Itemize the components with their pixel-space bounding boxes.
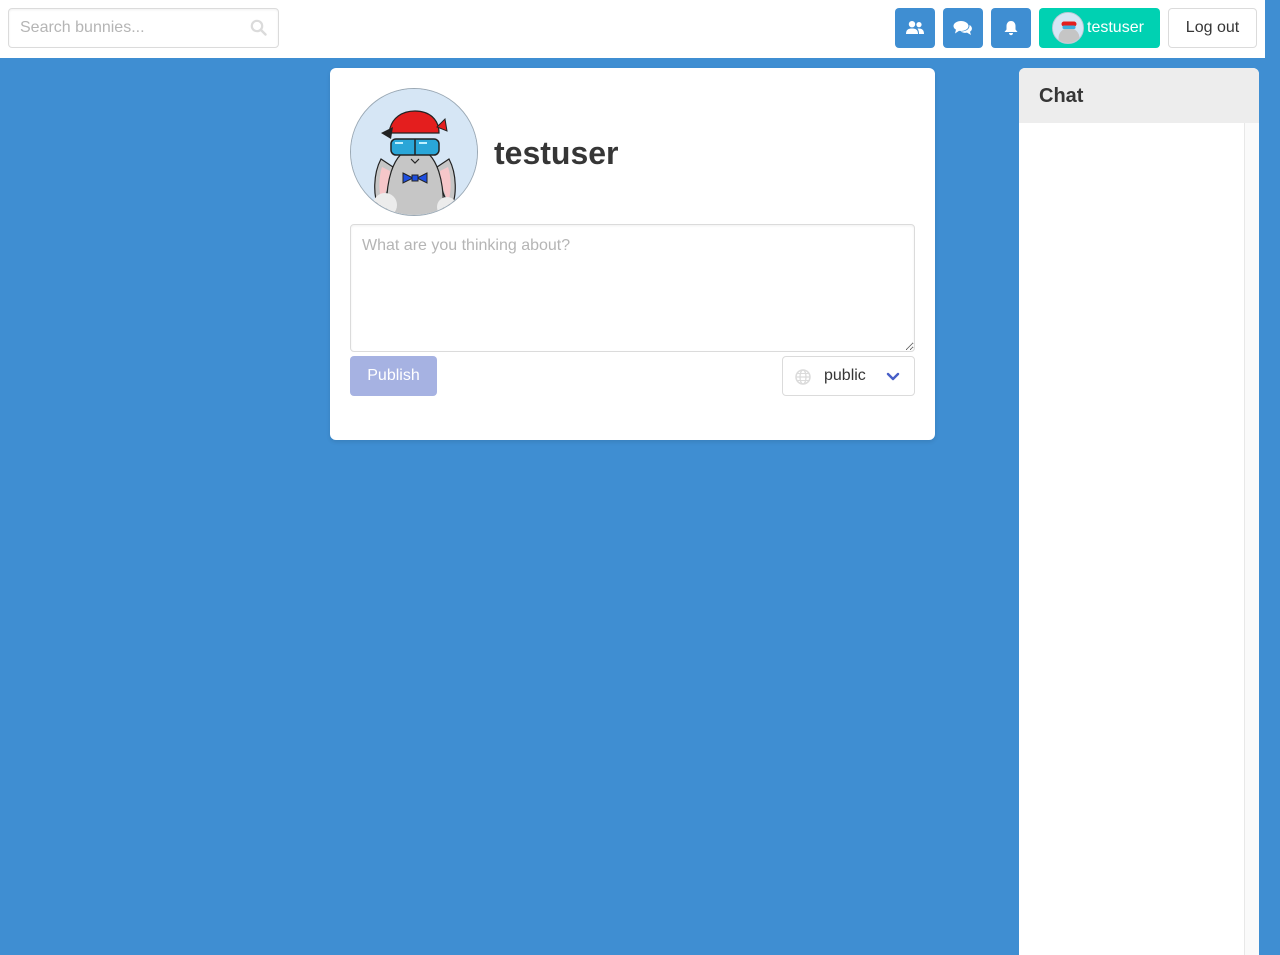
chat-title: Chat	[1039, 85, 1084, 107]
avatar	[1052, 12, 1084, 44]
chat-header: Chat	[1019, 68, 1259, 123]
profile-avatar	[350, 88, 478, 216]
globe-icon	[795, 369, 811, 385]
search-input[interactable]	[8, 8, 279, 48]
publish-button[interactable]: Publish	[350, 356, 437, 396]
search-box	[8, 8, 279, 48]
users-icon	[906, 21, 924, 34]
page-scroll-gutter	[1265, 0, 1280, 58]
visibility-select[interactable]: public	[782, 356, 915, 396]
bell-icon	[1004, 21, 1018, 36]
friends-button[interactable]	[895, 8, 935, 48]
chat-scrollbar[interactable]	[1244, 123, 1259, 955]
visibility-value: public	[824, 367, 866, 384]
post-textarea[interactable]	[350, 224, 915, 352]
messages-button[interactable]	[943, 8, 983, 48]
notifications-button[interactable]	[991, 8, 1031, 48]
profile-card: testuser Publish public	[330, 68, 935, 440]
comments-icon	[953, 21, 972, 35]
user-name-label: testuser	[1087, 19, 1144, 36]
search-icon[interactable]	[250, 19, 267, 36]
top-navbar: testuser Log out	[0, 0, 1265, 58]
bunny-avatar-image	[351, 89, 477, 215]
logout-button[interactable]: Log out	[1168, 8, 1257, 48]
chat-panel: Chat	[1019, 68, 1259, 955]
chevron-down-icon	[886, 372, 900, 381]
user-profile-button[interactable]: testuser	[1039, 8, 1160, 48]
profile-username: testuser	[494, 135, 619, 171]
